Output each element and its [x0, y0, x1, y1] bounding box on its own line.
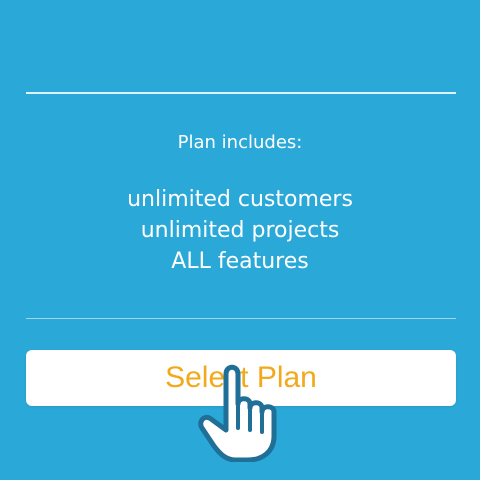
- select-plan-button[interactable]: Select Plan: [26, 350, 456, 406]
- top-divider: [26, 92, 456, 94]
- feature-item: ALL features: [171, 249, 309, 274]
- bottom-divider: [26, 318, 456, 319]
- feature-list: unlimited customers unlimited projects A…: [0, 184, 480, 277]
- plan-includes-heading: Plan includes:: [177, 132, 303, 153]
- feature-item: unlimited customers: [127, 187, 353, 212]
- select-plan-label: Select Plan: [165, 361, 317, 394]
- feature-item: unlimited projects: [140, 218, 340, 243]
